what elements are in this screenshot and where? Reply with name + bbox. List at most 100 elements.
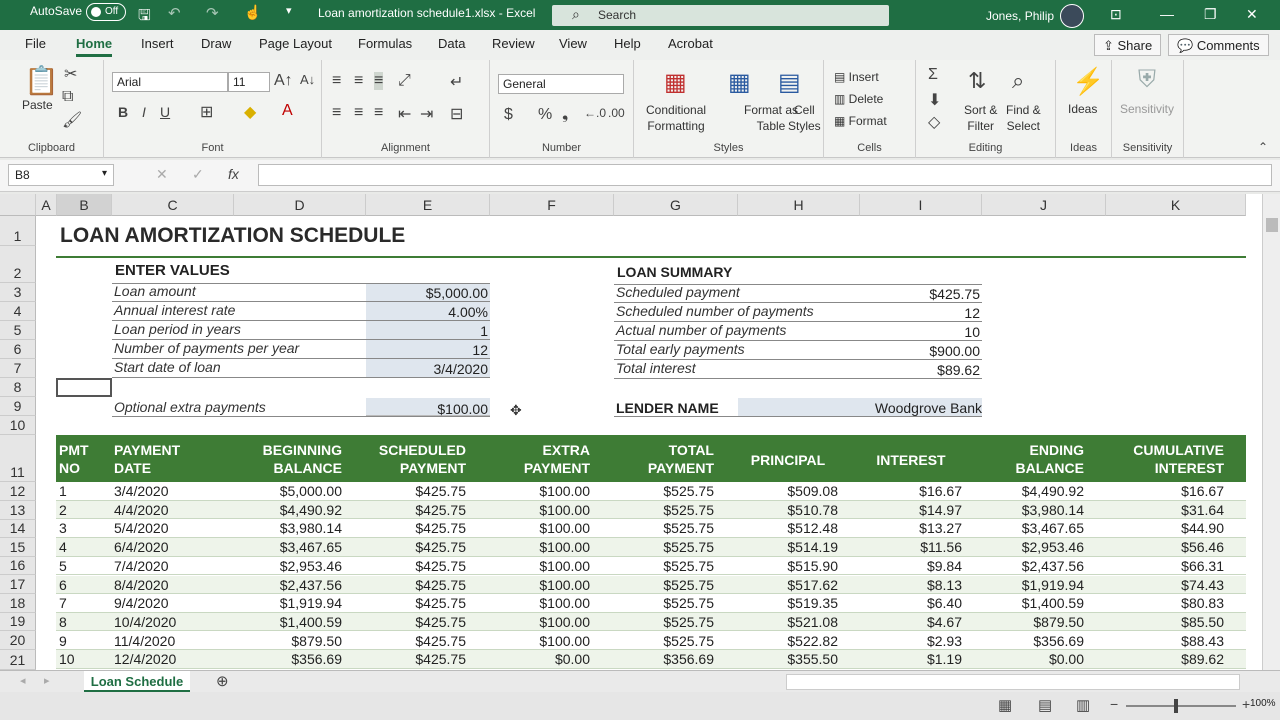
- tab-review[interactable]: Review: [492, 36, 535, 51]
- row-header-16[interactable]: 16: [0, 557, 36, 575]
- table-cell[interactable]: $5,000.00: [234, 483, 342, 499]
- sort-filter-button[interactable]: Sort & Filter: [964, 102, 997, 134]
- tab-draw[interactable]: Draw: [201, 36, 231, 51]
- column-header-c[interactable]: C: [112, 194, 234, 216]
- summary-label[interactable]: Scheduled number of payments: [616, 303, 814, 319]
- formula-input[interactable]: [258, 164, 1272, 186]
- table-cell[interactable]: $522.82: [738, 633, 838, 649]
- column-header-i[interactable]: I: [860, 194, 982, 216]
- lender-name-label[interactable]: LENDER NAME: [616, 400, 719, 416]
- table-cell[interactable]: $11.56: [860, 539, 962, 555]
- number-format-dropdown[interactable]: General: [498, 74, 624, 94]
- page-layout-view-icon[interactable]: ▤: [1038, 696, 1052, 714]
- table-cell[interactable]: $1,919.94: [982, 577, 1084, 593]
- italic-button[interactable]: I: [142, 104, 146, 120]
- table-cell[interactable]: 6/4/2020: [114, 539, 169, 555]
- copy-icon[interactable]: ⧉: [62, 88, 73, 106]
- page-break-view-icon[interactable]: ▥: [1076, 696, 1090, 714]
- table-cell[interactable]: 11/4/2020: [114, 633, 175, 649]
- table-cell[interactable]: $356.69: [982, 633, 1084, 649]
- row-header-3[interactable]: 3: [0, 283, 36, 302]
- table-cell[interactable]: $1,400.59: [234, 614, 342, 630]
- table-cell[interactable]: $74.43: [1106, 577, 1224, 593]
- add-sheet-icon[interactable]: ⊕: [216, 672, 229, 690]
- decrease-decimal-icon[interactable]: .00: [608, 106, 625, 120]
- row-header-4[interactable]: 4: [0, 302, 36, 321]
- table-cell[interactable]: $525.75: [614, 577, 714, 593]
- input-label[interactable]: Annual interest rate: [114, 302, 235, 318]
- currency-icon[interactable]: $: [504, 106, 513, 124]
- table-cell[interactable]: 1: [59, 483, 67, 499]
- table-cell[interactable]: $515.90: [738, 558, 838, 574]
- name-box[interactable]: B8 ▾: [8, 164, 114, 186]
- table-cell[interactable]: $425.75: [366, 520, 466, 536]
- percent-icon[interactable]: %: [538, 106, 552, 124]
- table-cell[interactable]: $2.93: [860, 633, 962, 649]
- align-right-icon[interactable]: ≡: [374, 104, 383, 122]
- tab-view[interactable]: View: [559, 36, 587, 51]
- table-cell[interactable]: $4.67: [860, 614, 962, 630]
- input-label[interactable]: Loan period in years: [114, 321, 241, 337]
- summary-value[interactable]: $89.62: [860, 362, 980, 378]
- close-icon[interactable]: ✕: [1246, 6, 1258, 23]
- table-cell[interactable]: $525.75: [614, 633, 714, 649]
- table-header-cell[interactable]: PAYMENT DATE: [114, 441, 180, 477]
- insert-function-icon[interactable]: fx: [228, 166, 239, 182]
- table-cell[interactable]: $100.00: [490, 577, 590, 593]
- table-cell[interactable]: $525.75: [614, 520, 714, 536]
- column-header-g[interactable]: G: [614, 194, 738, 216]
- find-select-icon[interactable]: ⌕: [1012, 68, 1024, 94]
- row-header-21[interactable]: 21: [0, 650, 36, 670]
- row-header-10[interactable]: 10: [0, 416, 36, 435]
- column-header-h[interactable]: H: [738, 194, 860, 216]
- format-as-table-icon[interactable]: ▦: [728, 68, 751, 97]
- selected-cell-b8[interactable]: [56, 378, 112, 397]
- sheet-title[interactable]: LOAN AMORTIZATION SCHEDULE: [60, 224, 405, 248]
- table-cell[interactable]: $525.75: [614, 539, 714, 555]
- input-value[interactable]: 1: [366, 323, 488, 339]
- table-cell[interactable]: $425.75: [366, 483, 466, 499]
- search-box[interactable]: ⌕ Search: [552, 5, 889, 26]
- ideas-icon[interactable]: ⚡: [1072, 66, 1104, 97]
- tab-data[interactable]: Data: [438, 36, 465, 51]
- input-label[interactable]: Number of payments per year: [114, 340, 299, 356]
- table-cell[interactable]: $356.69: [614, 651, 714, 667]
- redo-icon[interactable]: ↷: [206, 4, 219, 22]
- table-cell[interactable]: $356.69: [234, 651, 342, 667]
- table-header-cell[interactable]: TOTAL PAYMENT: [614, 441, 714, 477]
- table-cell[interactable]: $425.75: [366, 502, 466, 518]
- table-cell[interactable]: 8/4/2020: [114, 577, 169, 593]
- undo-icon[interactable]: ↶: [168, 4, 181, 22]
- align-middle-icon[interactable]: ≡: [354, 72, 363, 90]
- table-cell[interactable]: 5: [59, 558, 67, 574]
- next-sheet-icon[interactable]: ▸: [44, 674, 50, 687]
- column-header-k[interactable]: K: [1106, 194, 1246, 216]
- table-cell[interactable]: $3,467.65: [982, 520, 1084, 536]
- prev-sheet-icon[interactable]: ◂: [20, 674, 26, 687]
- table-cell[interactable]: $512.48: [738, 520, 838, 536]
- table-cell[interactable]: $8.13: [860, 577, 962, 593]
- row-header-13[interactable]: 13: [0, 501, 36, 520]
- table-cell[interactable]: $4,490.92: [234, 502, 342, 518]
- table-header-cell[interactable]: EXTRA PAYMENT: [490, 441, 590, 477]
- row-header-8[interactable]: 8: [0, 378, 36, 397]
- table-cell[interactable]: $510.78: [738, 502, 838, 518]
- table-cell[interactable]: $16.67: [1106, 483, 1224, 499]
- autosum-icon[interactable]: Σ: [928, 66, 938, 84]
- table-cell[interactable]: $2,953.46: [234, 558, 342, 574]
- table-cell[interactable]: $100.00: [490, 633, 590, 649]
- format-cells-button[interactable]: ▦ Format: [834, 114, 887, 128]
- input-value[interactable]: 12: [366, 342, 488, 358]
- enter-icon[interactable]: ✓: [192, 166, 204, 183]
- table-cell[interactable]: 4: [59, 539, 67, 555]
- font-size-dropdown[interactable]: 11: [228, 72, 270, 92]
- enter-values-heading[interactable]: ENTER VALUES: [115, 262, 230, 279]
- column-header-d[interactable]: D: [234, 194, 366, 216]
- cell-styles-button[interactable]: Cell Styles: [788, 102, 821, 134]
- row-header-14[interactable]: 14: [0, 520, 36, 538]
- table-cell[interactable]: $425.75: [366, 577, 466, 593]
- tab-file[interactable]: File: [25, 36, 46, 51]
- row-header-19[interactable]: 19: [0, 613, 36, 631]
- table-cell[interactable]: $355.50: [738, 651, 838, 667]
- table-cell[interactable]: $0.00: [490, 651, 590, 667]
